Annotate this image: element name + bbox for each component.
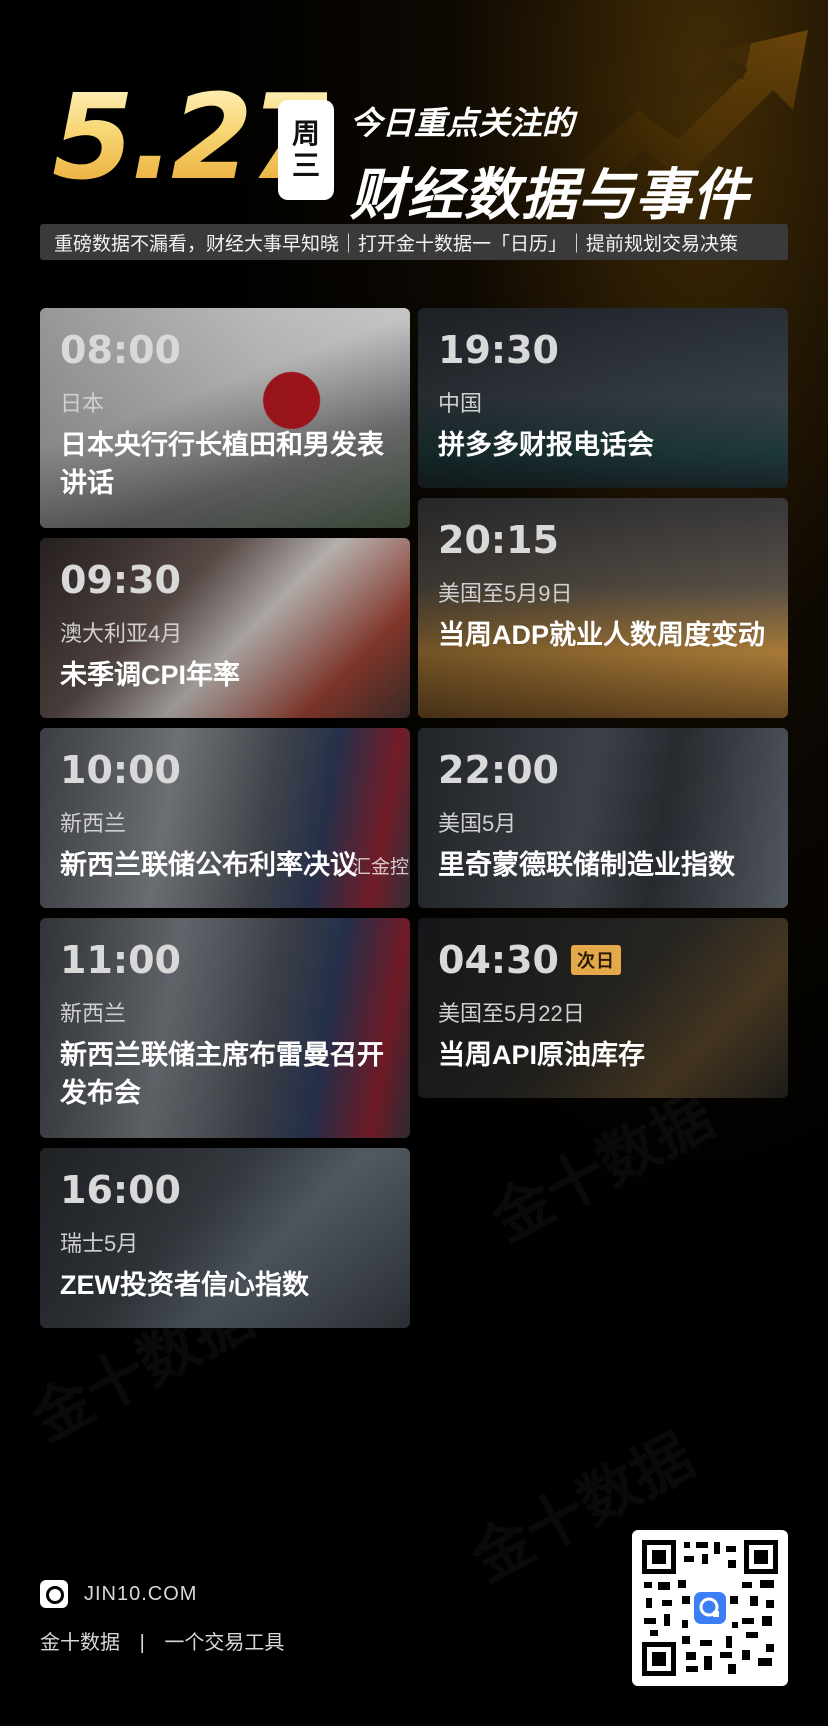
event-title: 未季调CPI年率 xyxy=(60,660,241,690)
event-card[interactable]: 09:30 澳大利亚4月 未季调CPI年率 xyxy=(40,538,410,718)
event-time: 11:00 xyxy=(60,938,181,982)
event-time: 16:00 xyxy=(60,1168,181,1212)
event-title: 日本央行行长植田和男发表讲话 xyxy=(60,430,384,499)
event-card[interactable]: 08:00 日本 日本央行行长植田和男发表讲话 xyxy=(40,308,410,528)
event-region: 美国5月 xyxy=(438,811,517,836)
header: 5.27 周 三 今日重点关注的 财经数据与事件 重磅数据不漏看，财经大事早知晓… xyxy=(0,0,828,260)
event-card[interactable]: 04:30 次日 美国至5月22日 当周API原油库存 xyxy=(418,918,788,1098)
weekday-bottom: 三 xyxy=(291,150,320,181)
event-title: 新西兰联储公布利率决议 xyxy=(60,850,357,880)
event-time-text: 04:30 xyxy=(438,938,559,982)
headline-line2: 财经数据与事件 xyxy=(350,163,749,226)
event-card[interactable]: 16:00 瑞士5月 ZEW投资者信心指数 xyxy=(40,1148,410,1328)
event-time: 10:00 xyxy=(60,748,181,792)
event-time: 04:30 次日 xyxy=(438,938,774,982)
event-time: 08:00 xyxy=(60,328,181,372)
event-region: 新西兰 xyxy=(60,811,127,836)
qr-code[interactable] xyxy=(632,1530,788,1686)
footer-slogan-text: 一个交易工具 xyxy=(164,1632,285,1654)
tagline: 重磅数据不漏看，财经大事早知晓｜打开金十数据一「日历」｜提前规划交易决策 xyxy=(40,224,788,260)
event-region: 澳大利亚4月 xyxy=(60,621,183,646)
event-title: 当周ADP就业人数周度变动 xyxy=(438,620,766,650)
headline-line1: 今日重点关注的 xyxy=(350,105,575,141)
event-title: ZEW投资者信心指数 xyxy=(60,1270,309,1300)
event-region: 瑞士5月 xyxy=(60,1231,139,1256)
event-region: 日本 xyxy=(60,391,105,416)
event-time: 09:30 xyxy=(60,558,181,602)
event-title: 里奇蒙德联储制造业指数 xyxy=(438,850,735,880)
event-card[interactable]: 19:30 中国 拼多多财报电话会 xyxy=(418,308,788,488)
event-region: 新西兰 xyxy=(60,1001,127,1026)
event-time: 22:00 xyxy=(438,748,559,792)
page: 金十数据 金十数据 金十数据 5.27 周 三 今日重点关注的 财经数据与事件 … xyxy=(0,0,828,1726)
footer-separator: | xyxy=(139,1632,145,1654)
event-card[interactable]: 11:00 新西兰 新西兰联储主席布雷曼召开发布会 xyxy=(40,918,410,1138)
event-region: 中国 xyxy=(438,391,483,416)
jin10-logo-icon xyxy=(40,1580,68,1608)
event-time: 20:15 xyxy=(438,518,559,562)
footer-logo: JIN10.COM xyxy=(40,1580,197,1608)
event-title: 当周API原油库存 xyxy=(438,1040,646,1070)
event-time: 19:30 xyxy=(438,328,559,372)
overlay-watermark: 汇金控 xyxy=(352,857,410,878)
event-card[interactable]: 10:00 新西兰 新西兰联储公布利率决议 xyxy=(40,728,410,908)
qr-code-icon xyxy=(642,1540,778,1676)
weekday-top: 周 xyxy=(291,117,320,149)
event-region: 美国至5月9日 xyxy=(438,581,573,606)
event-title: 拼多多财报电话会 xyxy=(438,430,654,460)
event-card[interactable]: 20:15 美国至5月9日 当周ADP就业人数周度变动 xyxy=(418,498,788,718)
footer-brand: 金十数据 xyxy=(40,1632,120,1654)
weekday-badge: 周 三 xyxy=(278,100,334,200)
event-region: 美国至5月22日 xyxy=(438,1001,585,1026)
headline: 今日重点关注的 财经数据与事件 xyxy=(350,98,749,231)
next-day-badge: 次日 xyxy=(570,945,621,975)
footer-slogan: 金十数据 | 一个交易工具 xyxy=(40,1626,284,1655)
event-card[interactable]: 22:00 美国5月 里奇蒙德联储制造业指数 xyxy=(418,728,788,908)
event-title: 新西兰联储主席布雷曼召开发布会 xyxy=(60,1040,384,1109)
footer-url[interactable]: JIN10.COM xyxy=(84,1583,197,1606)
